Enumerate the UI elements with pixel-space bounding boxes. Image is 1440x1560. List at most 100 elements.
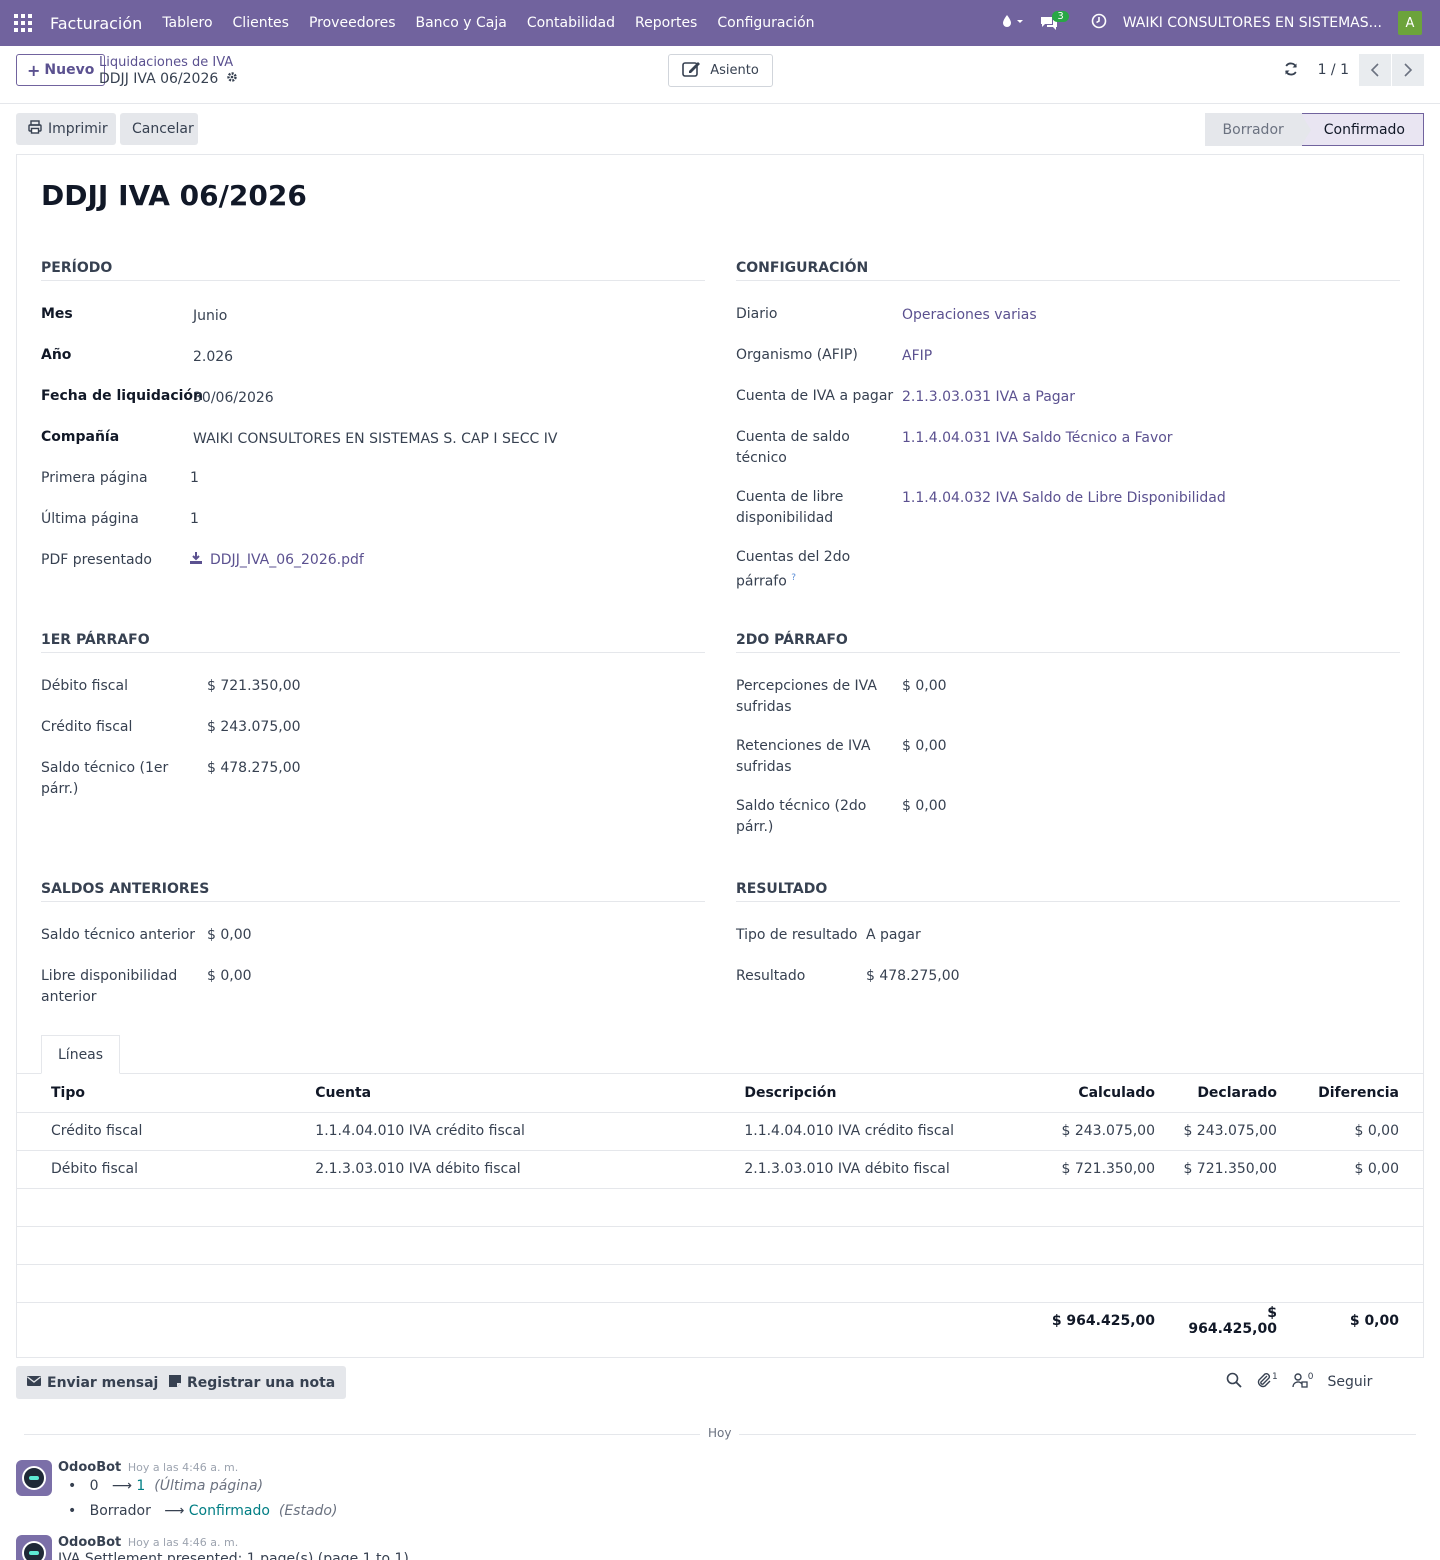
user-avatar[interactable]: A bbox=[1398, 11, 1422, 35]
pager: 1 / 1 bbox=[1284, 54, 1424, 86]
odoobot-avatar[interactable] bbox=[16, 1535, 52, 1560]
new-button[interactable]: + Nuevo bbox=[16, 54, 106, 86]
totals-row: $ 964.425,00 $ 964.425,00 $ 0,00 bbox=[17, 1302, 1423, 1340]
menu-item-reportes[interactable]: Reportes bbox=[635, 15, 697, 31]
arrow-right-icon: ⟶ bbox=[111, 1478, 132, 1494]
odoobot-avatar[interactable] bbox=[16, 1460, 52, 1496]
followers-button[interactable]: 0 bbox=[1292, 1372, 1314, 1392]
label-cuenta-saldo-line1: Cuenta de saldo bbox=[736, 429, 850, 445]
label-cuentas-2do: Cuentas del 2do párrafo ? bbox=[736, 547, 850, 593]
value-ultima-pagina: 1 bbox=[190, 511, 199, 527]
group-title-parrafo2: 2DO PÁRRAFO bbox=[736, 632, 1400, 653]
value-fecha[interactable]: 30/06/2026 bbox=[193, 388, 274, 409]
menu-item-banco-caja[interactable]: Banco y Caja bbox=[416, 15, 507, 31]
value-mes[interactable]: Junio bbox=[193, 306, 227, 327]
value-compania[interactable]: WAIKI CONSULTORES EN SISTEMAS S. CAP I S… bbox=[193, 429, 557, 450]
empty-row bbox=[17, 1264, 1423, 1303]
label-cuenta-saldo: Cuenta de saldo técnico bbox=[736, 427, 850, 469]
tracking-old-value: Borrador bbox=[89, 1503, 151, 1519]
new-button-label: Nuevo bbox=[44, 62, 95, 78]
value-primera-pagina: 1 bbox=[190, 470, 199, 486]
theme-drop-icon[interactable] bbox=[1002, 14, 1024, 32]
label-organismo: Organismo (AFIP) bbox=[736, 347, 858, 363]
menu-item-tablero[interactable]: Tablero bbox=[162, 15, 212, 31]
user-lock-icon bbox=[1292, 1372, 1308, 1392]
menu-item-proveedores[interactable]: Proveedores bbox=[309, 15, 396, 31]
gear-icon[interactable] bbox=[226, 71, 238, 87]
value-cuenta-saldo-link[interactable]: 1.1.4.04.031 IVA Saldo Técnico a Favor bbox=[902, 428, 1173, 449]
cancel-button[interactable]: Cancelar bbox=[120, 113, 198, 145]
tracking-new-value: Confirmado bbox=[188, 1503, 270, 1519]
activity-clock-icon[interactable] bbox=[1091, 13, 1107, 33]
col-calculado[interactable]: Calculado bbox=[1031, 1074, 1179, 1113]
message-author[interactable]: OdooBot bbox=[58, 1460, 121, 1475]
col-declarado[interactable]: Declarado bbox=[1179, 1074, 1301, 1113]
follow-button[interactable]: Seguir bbox=[1327, 1374, 1372, 1390]
group-parrafo2: 2DO PÁRRAFO Percepciones de IVA sufridas… bbox=[736, 632, 1400, 842]
menu-item-clientes[interactable]: Clientes bbox=[233, 15, 289, 31]
followers-count: 0 bbox=[1307, 1372, 1314, 1382]
cell-calculado: $ 721.350,00 bbox=[1031, 1150, 1179, 1189]
attachments-button[interactable]: 1 bbox=[1256, 1372, 1278, 1392]
attachments-count: 1 bbox=[1272, 1372, 1278, 1382]
label-resultado: Resultado bbox=[736, 968, 806, 984]
cell-declarado: $ 243.075,00 bbox=[1179, 1112, 1301, 1151]
menu-item-contabilidad[interactable]: Contabilidad bbox=[527, 15, 615, 31]
cancel-label: Cancelar bbox=[132, 121, 194, 137]
value-cuenta-pagar-link[interactable]: 2.1.3.03.031 IVA a Pagar bbox=[902, 387, 1075, 408]
stage-borrador[interactable]: Borrador bbox=[1204, 113, 1302, 146]
breadcrumb-current: DDJJ IVA 06/2026 bbox=[99, 71, 219, 87]
stage-confirmado[interactable]: Confirmado bbox=[1300, 113, 1424, 146]
pager-value[interactable]: 1 / 1 bbox=[1318, 62, 1349, 78]
app-brand[interactable]: Facturación bbox=[50, 14, 142, 33]
company-switcher[interactable]: WAIKI CONSULTORES EN SISTEMAS... bbox=[1123, 15, 1382, 31]
pdf-download-link[interactable]: DDJJ_IVA_06_2026.pdf bbox=[190, 550, 364, 571]
value-cuenta-libre-link[interactable]: 1.1.4.04.032 IVA Saldo de Libre Disponib… bbox=[902, 488, 1226, 509]
label-saldo-tecnico-1-line1: Saldo técnico (1er bbox=[41, 760, 169, 776]
cell-descripcion: 1.1.4.04.010 IVA crédito fiscal bbox=[710, 1112, 1032, 1151]
main-menu: Tablero Clientes Proveedores Banco y Caj… bbox=[162, 15, 814, 31]
pager-previous-button[interactable] bbox=[1359, 54, 1391, 86]
search-icon[interactable] bbox=[1226, 1372, 1242, 1392]
value-organismo-link[interactable]: AFIP bbox=[902, 346, 932, 367]
group-configuracion: CONFIGURACIÓN Diario Operaciones varias … bbox=[736, 260, 1400, 590]
menu-item-configuracion[interactable]: Configuración bbox=[717, 15, 814, 31]
table-row[interactable]: Crédito fiscal 1.1.4.04.010 IVA crédito … bbox=[17, 1112, 1423, 1151]
refresh-icon[interactable] bbox=[1284, 61, 1298, 80]
breadcrumb-parent-link[interactable]: Liquidaciones de IVA bbox=[99, 55, 233, 70]
group-resultado: RESULTADO Tipo de resultado A pagar Resu… bbox=[736, 881, 1400, 991]
messages-icon[interactable]: 3 bbox=[1040, 10, 1074, 31]
col-descripcion[interactable]: Descripción bbox=[710, 1074, 1032, 1113]
pager-next-button[interactable] bbox=[1392, 54, 1424, 86]
label-diario: Diario bbox=[736, 306, 778, 322]
total-diferencia: $ 0,00 bbox=[1349, 1313, 1399, 1330]
col-diferencia[interactable]: Diferencia bbox=[1300, 1074, 1423, 1113]
message-author[interactable]: OdooBot bbox=[58, 1535, 121, 1550]
apps-menu-icon[interactable] bbox=[0, 0, 46, 46]
cell-diferencia: $ 0,00 bbox=[1300, 1150, 1423, 1189]
download-icon bbox=[190, 550, 202, 571]
label-cuenta-libre-line1: Cuenta de libre bbox=[736, 489, 844, 505]
value-diario-link[interactable]: Operaciones varias bbox=[902, 305, 1037, 326]
print-button[interactable]: Imprimir bbox=[16, 113, 116, 145]
asiento-smart-button[interactable]: Asiento bbox=[668, 54, 773, 87]
label-tipo-resultado: Tipo de resultado bbox=[736, 927, 858, 943]
col-cuenta[interactable]: Cuenta bbox=[281, 1074, 711, 1113]
message-author-line: OdooBot Hoy a las 4:46 a. m. bbox=[58, 1535, 238, 1550]
label-percepciones-line2: sufridas bbox=[736, 699, 792, 715]
label-percepciones: Percepciones de IVA sufridas bbox=[736, 676, 877, 718]
send-message-button[interactable]: Enviar mensaje bbox=[16, 1366, 179, 1399]
table-row[interactable]: Débito fiscal 2.1.3.03.010 IVA débito fi… bbox=[17, 1150, 1423, 1189]
help-tooltip-icon[interactable]: ? bbox=[791, 573, 796, 583]
col-tipo[interactable]: Tipo bbox=[17, 1074, 282, 1113]
chatter-message: OdooBot Hoy a las 4:46 a. m. bbox=[16, 1535, 238, 1560]
label-cuenta-pagar: Cuenta de IVA a pagar bbox=[736, 388, 894, 404]
message-time: Hoy a las 4:46 a. m. bbox=[127, 1461, 239, 1474]
label-cuentas-2do-line2: párrafo bbox=[736, 573, 787, 590]
tab-lineas[interactable]: Líneas bbox=[41, 1035, 121, 1074]
value-tipo-resultado: A pagar bbox=[866, 927, 921, 943]
value-anio[interactable]: 2.026 bbox=[193, 347, 233, 368]
log-note-button[interactable]: Registrar una nota bbox=[158, 1366, 347, 1399]
send-message-label: Enviar mensaje bbox=[47, 1374, 168, 1391]
label-primera-pagina: Primera página bbox=[41, 470, 148, 486]
